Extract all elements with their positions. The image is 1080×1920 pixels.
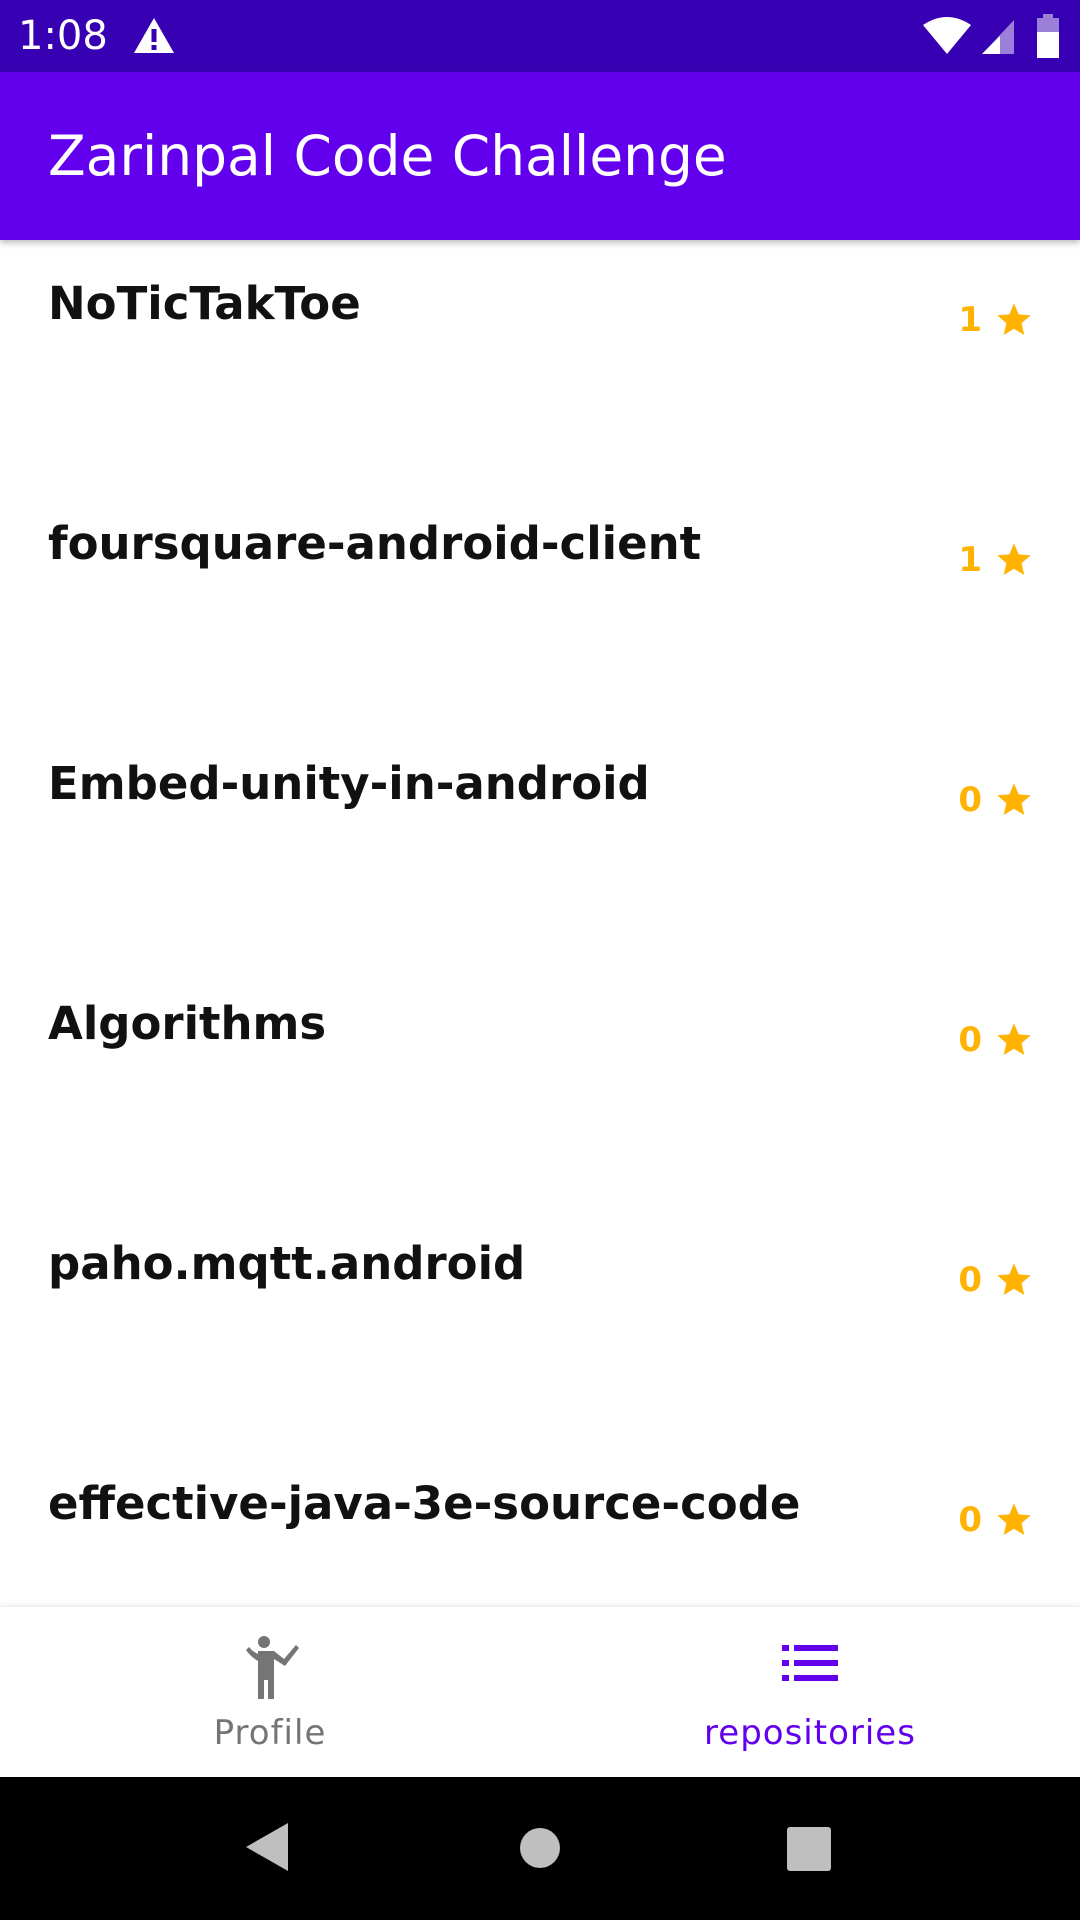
star-icon <box>997 1263 1031 1295</box>
bottom-navigation: Profile repositories <box>0 1606 1080 1777</box>
star-count: 1 <box>958 540 982 580</box>
star-icon <box>997 303 1031 335</box>
back-icon[interactable] <box>244 1822 290 1872</box>
nav-label-repositories: repositories <box>704 1713 916 1753</box>
star-count-group: 1 <box>958 298 1034 342</box>
person-icon <box>246 1636 299 1699</box>
nav-item-profile[interactable]: Profile <box>0 1607 540 1777</box>
home-icon[interactable] <box>519 1827 561 1869</box>
star-count: 0 <box>958 1500 982 1540</box>
nav-item-repositories[interactable]: repositories <box>540 1607 1080 1777</box>
star-icon <box>997 1023 1031 1055</box>
star-count: 0 <box>958 1260 982 1300</box>
app-title: Zarinpal Code Challenge <box>48 124 727 188</box>
repository-name: paho.mqtt.android <box>48 1237 526 1290</box>
star-icon <box>997 783 1031 815</box>
repository-item[interactable]: Algorithms 0 <box>0 960 1080 1200</box>
warning-icon <box>134 18 174 53</box>
battery-icon <box>1037 14 1059 58</box>
star-count-group: 0 <box>958 1258 1034 1302</box>
repository-list[interactable]: NoTicTakToe 1 foursquare-android-client … <box>0 240 1080 1606</box>
wifi-icon <box>923 17 971 54</box>
repository-name: effective-java-3e-source-code <box>48 1477 801 1530</box>
status-bar: 1:08 <box>0 0 1080 72</box>
star-count-group: 0 <box>958 778 1034 822</box>
star-icon <box>997 1503 1031 1535</box>
star-count-group: 0 <box>958 1018 1034 1062</box>
repository-name: NoTicTakToe <box>48 277 361 330</box>
repository-item[interactable]: Embed-unity-in-android 0 <box>0 720 1080 960</box>
star-count: 0 <box>958 1020 982 1060</box>
system-navigation-bar <box>0 1776 1080 1920</box>
list-icon <box>782 1645 838 1681</box>
star-icon <box>997 543 1031 575</box>
app-bar: Zarinpal Code Challenge <box>0 72 1080 240</box>
repository-item[interactable]: effective-java-3e-source-code 0 <box>0 1440 1080 1606</box>
repository-name: foursquare-android-client <box>48 517 702 570</box>
nav-label-profile: Profile <box>213 1713 327 1753</box>
star-count-group: 1 <box>958 538 1034 582</box>
star-count-group: 0 <box>958 1498 1034 1542</box>
repository-item[interactable]: foursquare-android-client 1 <box>0 480 1080 720</box>
repository-item[interactable]: NoTicTakToe 1 <box>0 240 1080 480</box>
star-count: 0 <box>958 780 982 820</box>
star-count: 1 <box>958 300 982 340</box>
repository-name: Embed-unity-in-android <box>48 757 650 810</box>
status-time: 1:08 <box>18 13 108 59</box>
repository-name: Algorithms <box>48 997 327 1050</box>
repository-item[interactable]: paho.mqtt.android 0 <box>0 1200 1080 1440</box>
signal-icon <box>982 20 1014 54</box>
recents-icon[interactable] <box>786 1826 832 1872</box>
